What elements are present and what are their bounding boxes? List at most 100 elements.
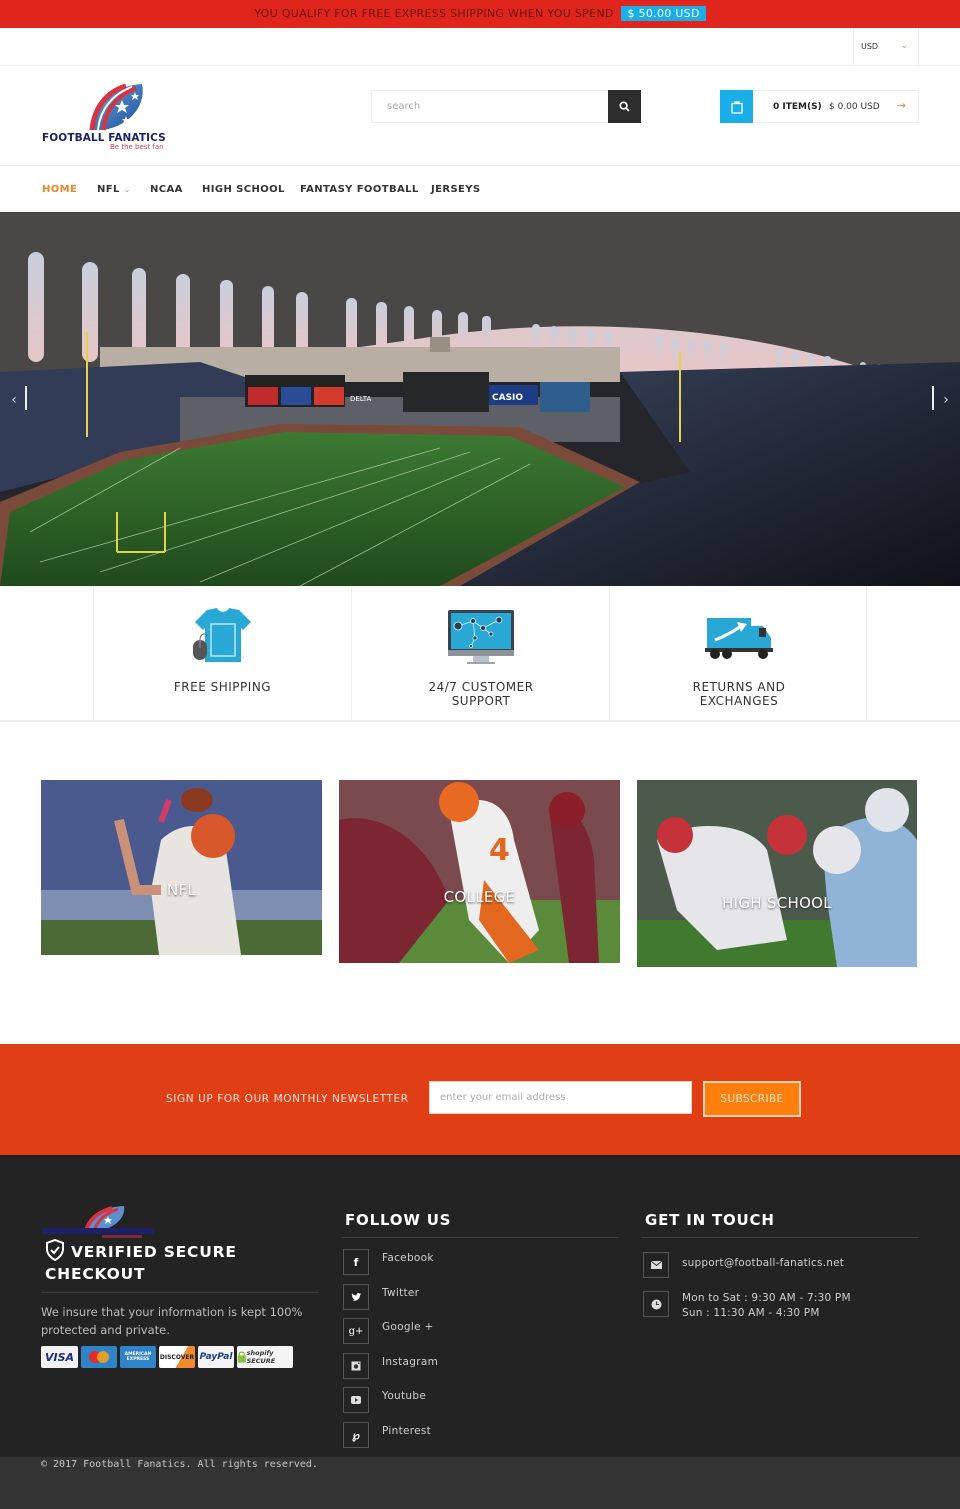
svg-text:4: 4: [489, 833, 510, 868]
cart-summary[interactable]: 0 ITEM(S) $ 0.00 USD →: [720, 90, 919, 123]
search-input[interactable]: [372, 91, 608, 122]
follow-us-heading: FOLLOW US: [345, 1211, 452, 1229]
slider-prev-button[interactable]: ‹: [4, 392, 24, 408]
divider: [41, 1292, 319, 1293]
amex-card-icon: AMERICAN EXPRESS: [120, 1346, 156, 1368]
chevron-down-icon: ⌄: [900, 41, 908, 51]
svg-text:CASIO: CASIO: [492, 393, 523, 403]
nav-item-high-school[interactable]: HIGH SCHOOL: [202, 184, 285, 195]
svg-text:DELTA: DELTA: [350, 395, 371, 403]
newsletter-section: SIGN UP FOR OUR MONTHLY NEWSLETTER SUBSC…: [0, 1044, 960, 1155]
slider-prev-bar: [25, 386, 27, 410]
search-icon: [619, 101, 630, 112]
copyright-bar: © 2017 Football Fanatics. All rights res…: [0, 1457, 960, 1509]
shopify-secure-icon: shopify SECURE: [237, 1346, 293, 1368]
category-label: HIGH SCHOOL: [722, 894, 832, 912]
category-grid: NFL 4 COLLEGE HIGH SCHOOL: [0, 722, 960, 1044]
category-card-college[interactable]: 4 COLLEGE: [339, 780, 620, 963]
social-link-twitter[interactable]: Twitter: [343, 1284, 623, 1310]
announcement-bar: YOU QUALIFY FOR FREE EXPRESS SHIPPING WH…: [0, 0, 960, 28]
social-link-pinterest[interactable]: ℘ Pinterest: [343, 1422, 623, 1448]
footer-logo: [42, 1206, 154, 1238]
feature-customer-support: 24/7 CUSTOMER SUPPORT: [351, 586, 609, 720]
facebook-icon: f: [343, 1249, 369, 1275]
newsletter-email-input[interactable]: [429, 1081, 692, 1114]
tshirt-mouse-icon: [193, 608, 251, 662]
hero-slider: CASIO DELTA ‹ ›: [0, 212, 960, 586]
contact-email-text[interactable]: support@football-fanatics.net: [682, 1256, 844, 1271]
mastercard-icon: [81, 1346, 117, 1368]
free-shipping-amount-badge: $ 50.00 USD: [621, 6, 706, 21]
nav-item-jerseys[interactable]: JERSEYS: [431, 184, 481, 195]
shield-check-icon: [46, 1239, 64, 1261]
pinterest-icon: ℘: [343, 1422, 369, 1448]
social-link-youtube[interactable]: Youtube: [343, 1387, 623, 1413]
social-link-facebook[interactable]: f Facebook: [343, 1249, 623, 1275]
delivery-truck-icon: [705, 618, 773, 659]
paypal-card-icon: PayPal: [198, 1346, 234, 1368]
nfl-player-image: [41, 780, 322, 955]
feature-free-shipping: FREE SHIPPING: [93, 586, 351, 720]
category-label: COLLEGE: [443, 888, 516, 906]
social-label: Twitter: [382, 1287, 420, 1299]
search-form: [371, 90, 641, 123]
nav-item-ncaa[interactable]: NCAA: [150, 184, 183, 195]
chevron-left-icon: ‹: [11, 392, 17, 408]
category-card-high-school[interactable]: HIGH SCHOOL: [637, 780, 917, 967]
college-player-image: 4: [339, 780, 620, 963]
nav-item-nfl[interactable]: NFL ⌄: [97, 184, 131, 195]
site-logo[interactable]: FOOTBALL FANATICS Be the best fan: [42, 82, 174, 152]
site-header: FOOTBALL FANATICS Be the best fan 0 ITEM…: [0, 66, 960, 166]
contact-email[interactable]: support@football-fanatics.net: [643, 1252, 943, 1278]
social-label: Youtube: [382, 1390, 427, 1402]
feature-label: 24/7 CUSTOMER SUPPORT: [428, 680, 534, 708]
social-link-instagram[interactable]: Instagram: [343, 1353, 623, 1379]
shopping-bag-icon: [730, 100, 743, 114]
nav-item-home[interactable]: HOME: [42, 184, 77, 195]
cart-total: $ 0.00 USD: [829, 102, 880, 112]
google-plus-icon: g+: [343, 1318, 369, 1344]
hours-sunday: Sun : 11:30 AM - 4:30 PM: [682, 1307, 820, 1319]
social-link-google-plus[interactable]: g+ Google +: [343, 1318, 623, 1344]
slider-next-bar: [932, 386, 934, 410]
secure-checkout-text: We insure that your information is kept …: [41, 1305, 303, 1337]
arrow-right-icon[interactable]: →: [897, 99, 906, 112]
social-label: Instagram: [382, 1356, 439, 1368]
divider: [341, 1237, 619, 1238]
nav-item-label: NFL: [97, 184, 120, 195]
currency-value: USD: [861, 42, 879, 51]
chevron-right-icon: ›: [943, 392, 949, 408]
youtube-icon: [343, 1387, 369, 1413]
cart-item-count: 0 ITEM(S): [773, 102, 822, 112]
contact-hours: Mon to Sat : 9:30 AM - 7:30 PM Sun : 11:…: [643, 1291, 943, 1321]
payment-cards: VISA AMERICAN EXPRESS DISCOVER PayPal sh…: [41, 1346, 293, 1368]
cart-button[interactable]: [720, 90, 753, 123]
feature-returns-exchanges: RETURNS AND EXCHANGES: [609, 586, 867, 720]
visa-card-icon: VISA: [41, 1346, 78, 1368]
nav-item-fantasy-football[interactable]: FANTASY FOOTBALL: [300, 184, 419, 195]
instagram-icon: [343, 1353, 369, 1379]
subscribe-button[interactable]: SUBSCRIBE: [703, 1081, 801, 1117]
social-label: Pinterest: [382, 1425, 432, 1437]
search-button[interactable]: [608, 90, 641, 123]
clock-icon: [643, 1291, 669, 1317]
feature-label: FREE SHIPPING: [173, 680, 272, 694]
category-card-nfl[interactable]: NFL: [41, 780, 322, 955]
twitter-icon: [343, 1284, 369, 1310]
football-logo-icon: [89, 83, 143, 131]
announcement-text: YOU QUALIFY FOR FREE EXPRESS SHIPPING WH…: [254, 7, 614, 20]
category-label: NFL: [166, 881, 197, 899]
social-label: Google +: [382, 1321, 434, 1333]
feature-label: RETURNS AND EXCHANGES: [692, 680, 786, 708]
shopify-label: shopify SECURE: [246, 1349, 276, 1365]
brand-tagline: Be the best fan: [110, 143, 164, 151]
monitor-network-icon: [448, 610, 514, 664]
currency-select[interactable]: USD ⌄: [853, 28, 919, 66]
features-strip: FREE SHIPPING 24/7 CUSTOMER SUPPORT RETU…: [0, 586, 960, 722]
main-nav: HOME NFL ⌄ NCAA HIGH SCHOOL FANTASY FOOTB…: [0, 167, 960, 212]
slider-next-button[interactable]: ›: [936, 392, 956, 408]
secure-checkout-title: VERIFIED SECURE CHECKOUT: [45, 1239, 305, 1285]
copyright-text: © 2017 Football Fanatics. All rights res…: [41, 1459, 318, 1470]
high-school-players-image: [637, 780, 917, 967]
hours-weekday: Mon to Sat : 9:30 AM - 7:30 PM: [682, 1292, 851, 1304]
